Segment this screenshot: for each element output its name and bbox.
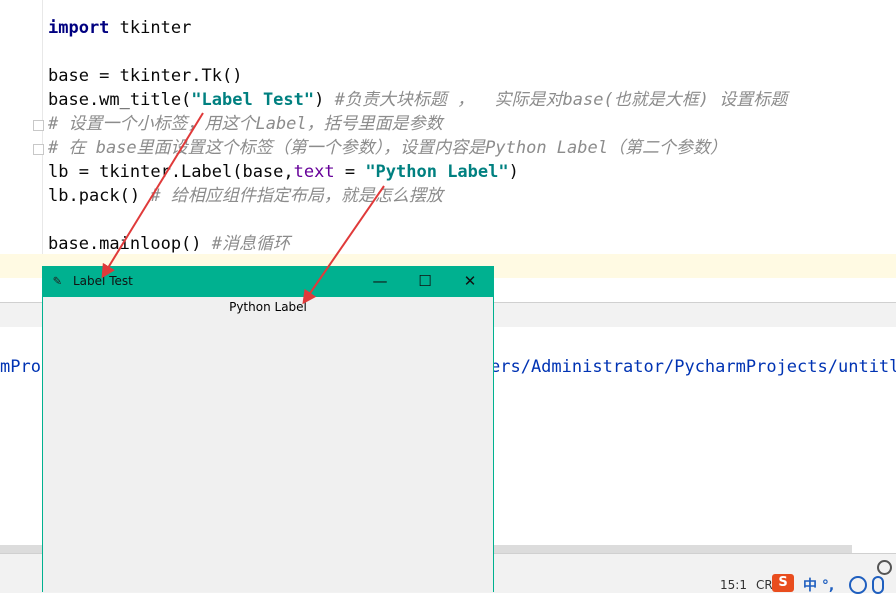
code-line[interactable]: base.mainloop() #消息循环 xyxy=(48,232,290,256)
code-editor[interactable]: import tkinter base = tkinter.Tk() base.wm… xyxy=(48,0,896,302)
fold-marker-icon[interactable] xyxy=(33,120,44,131)
code-token: = xyxy=(334,162,366,182)
code-string: "Label Test" xyxy=(191,90,315,110)
tk-titlebar[interactable]: ✎ Label Test — ☐ ✕ xyxy=(43,266,493,297)
close-button[interactable]: ✕ xyxy=(447,266,493,297)
code-token: ) xyxy=(508,162,519,182)
code-token: tkinter xyxy=(109,18,192,38)
code-comment: #负责大块标题 ， 实际是对base(也就是大框) 设置标题 xyxy=(334,90,788,110)
code-token: lb.pack() xyxy=(48,186,151,206)
caret-position[interactable]: 15:1 xyxy=(720,578,747,592)
code-line[interactable]: base.wm_title("Label Test") #负责大块标题 ， 实际… xyxy=(48,88,787,112)
code-token: ) xyxy=(314,90,335,110)
code-token: base.wm_title( xyxy=(48,90,192,110)
ime-language[interactable]: 中 °, xyxy=(803,575,834,595)
code-token: base.mainloop() xyxy=(48,234,212,254)
tk-window[interactable]: ✎ Label Test — ☐ ✕ Python Label xyxy=(42,266,494,592)
console-path-text: ers/Administrator/PycharmProjects/untitl xyxy=(490,357,896,377)
line-separator[interactable]: CR xyxy=(756,578,773,592)
emoji-icon[interactable] xyxy=(849,576,867,594)
microphone-icon[interactable] xyxy=(872,576,884,594)
tk-window-title: Label Test xyxy=(73,274,133,288)
code-comment: # 给相应组件指定布局，就是怎么摆放 xyxy=(150,186,443,206)
minimize-button[interactable]: — xyxy=(357,266,403,297)
code-line[interactable]: lb.pack() # 给相应组件指定布局，就是怎么摆放 xyxy=(48,184,443,208)
code-keyword: import xyxy=(48,18,110,38)
ime-logo-icon[interactable]: S xyxy=(772,574,794,592)
tk-label: Python Label xyxy=(229,300,307,314)
code-token: text xyxy=(293,162,335,182)
code-line[interactable]: # 设置一个小标签，用这个Label，括号里面是参数 xyxy=(48,112,443,136)
maximize-button[interactable]: ☐ xyxy=(402,266,448,297)
code-token: lb = tkinter.Label(base, xyxy=(48,162,294,182)
search-icon[interactable] xyxy=(877,560,892,575)
code-comment: #消息循环 xyxy=(211,234,291,254)
code-line[interactable]: import tkinter xyxy=(48,16,191,40)
code-comment: # 在 base里面设置这个标签（第一个参数），设置内容是Python Labe… xyxy=(48,138,727,158)
code-line[interactable]: base = tkinter.Tk() xyxy=(48,64,242,88)
code-string: "Python Label" xyxy=(365,162,509,182)
code-line[interactable]: lb = tkinter.Label(base,text = "Python L… xyxy=(48,160,519,184)
code-token: base = tkinter.Tk() xyxy=(48,66,243,86)
code-comment: # 设置一个小标签，用这个Label，括号里面是参数 xyxy=(48,114,443,134)
code-line[interactable]: # 在 base里面设置这个标签（第一个参数），设置内容是Python Labe… xyxy=(48,136,727,160)
fold-marker-icon[interactable] xyxy=(33,144,44,155)
feather-icon: ✎ xyxy=(53,273,62,289)
